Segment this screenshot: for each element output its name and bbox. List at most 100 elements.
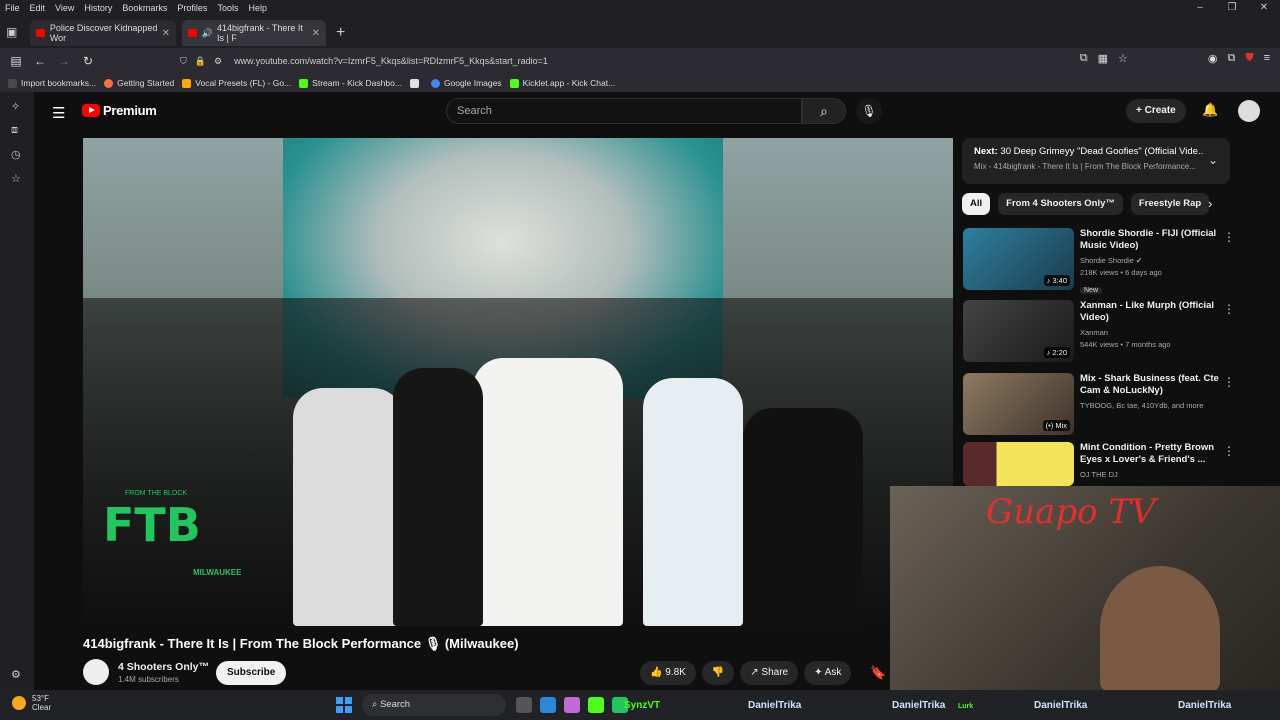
- performer-figure: [473, 358, 623, 626]
- maximize-button[interactable]: ❐: [1216, 0, 1248, 16]
- menu-edit[interactable]: Edit: [25, 3, 51, 13]
- search-button[interactable]: ⌕: [802, 98, 846, 124]
- ublock-icon[interactable]: ⛊: [1245, 52, 1253, 65]
- minimize-button[interactable]: –: [1184, 0, 1216, 16]
- chat-overlay-name: DanielTrika: [748, 700, 802, 711]
- youtube-premium-logo[interactable]: Premium: [82, 103, 157, 118]
- mix-badge: (•) Mix: [1042, 420, 1070, 431]
- dislike-button[interactable]: 👎: [701, 661, 735, 685]
- recommendation-item[interactable]: ♪ 2:20 Xanman - Like Murph (Official Vid…: [963, 300, 1253, 366]
- save-bookmark-icon[interactable]: 🔖: [870, 665, 886, 681]
- chevron-right-icon[interactable]: ›: [1208, 196, 1212, 211]
- new-tab-button[interactable]: +: [336, 24, 345, 42]
- share-button[interactable]: ↗ Share: [740, 661, 799, 685]
- channel-avatar[interactable]: [83, 659, 109, 685]
- recommendation-channel: TYBOOG, Bc tae, 410Ydb, and more: [1080, 401, 1204, 410]
- chat-overlay-name: DanielTrika: [892, 700, 946, 711]
- subscribe-button[interactable]: Subscribe: [216, 661, 287, 685]
- chip-all[interactable]: All: [962, 193, 991, 215]
- kick-app-icon[interactable]: [588, 697, 604, 713]
- sidebar-settings-icon[interactable]: ⚙: [11, 668, 21, 681]
- reader-view-icon[interactable]: ▦: [1098, 52, 1108, 65]
- reload-button[interactable]: ↻: [76, 54, 100, 68]
- up-next-card[interactable]: Next: 30 Deep Grimeyy "Dead Goofies" (Of…: [962, 138, 1230, 184]
- bookmark-star-icon[interactable]: ☆: [1118, 52, 1128, 65]
- back-button[interactable]: ←: [28, 54, 52, 68]
- chevron-down-icon[interactable]: ⌄: [1208, 153, 1218, 167]
- menu-view[interactable]: View: [50, 3, 79, 13]
- close-window-button[interactable]: ✕: [1248, 0, 1280, 16]
- url-bar[interactable]: ⛉ 🔒 ⚙ www.youtube.com/watch?v=IzmrF5_Kkq…: [180, 51, 1100, 71]
- menu-profiles[interactable]: Profiles: [172, 3, 212, 13]
- ai-sparkle-icon[interactable]: ✧: [11, 100, 20, 113]
- search-input[interactable]: Search: [446, 98, 802, 124]
- video-thumbnail[interactable]: ♪ 2:20: [963, 300, 1074, 362]
- s-logo-icon: [409, 78, 419, 88]
- menu-tools[interactable]: Tools: [212, 3, 243, 13]
- menu-file[interactable]: File: [0, 3, 25, 13]
- google-icon: [430, 78, 440, 88]
- channel-name[interactable]: 4 Shooters Only™: [118, 661, 209, 673]
- tab-overview-icon[interactable]: ▣: [6, 25, 17, 39]
- extensions-icon[interactable]: ⧉: [1227, 52, 1235, 65]
- copilot-icon[interactable]: [564, 697, 580, 713]
- voice-search-button[interactable]: 🎙: [856, 98, 882, 124]
- history-clock-icon[interactable]: ◷: [11, 148, 21, 161]
- ask-button[interactable]: ✦ Ask: [804, 661, 852, 685]
- menu-history[interactable]: History: [79, 3, 117, 13]
- taskbar-search[interactable]: ⌕ Search: [362, 694, 506, 716]
- close-tab-icon[interactable]: ✕: [162, 28, 170, 39]
- hamburger-menu-icon[interactable]: ☰: [52, 104, 65, 122]
- lock-icon[interactable]: 🔒: [195, 56, 206, 67]
- bookmark-google-images[interactable]: Google Images: [430, 78, 502, 88]
- chip-from-4-shooters[interactable]: From 4 Shooters Only™: [998, 193, 1123, 215]
- task-view-icon[interactable]: [516, 697, 532, 713]
- url-text[interactable]: www.youtube.com/watch?v=IzmrF5_Kkqs&list…: [234, 56, 548, 66]
- menu-bookmarks[interactable]: Bookmarks: [117, 3, 172, 13]
- video-thumbnail[interactable]: ♪ 3:40: [963, 228, 1074, 290]
- bookmark-s[interactable]: [409, 78, 423, 88]
- recommendation-title: Shordie Shordie - FIJI (Official Music V…: [1080, 228, 1217, 251]
- close-tab-icon[interactable]: ✕: [312, 28, 320, 39]
- video-player[interactable]: FROM THE BLOCK FTB MILWAUKEE: [83, 138, 953, 626]
- next-title: 30 Deep Grimeyy "Dead Goofies" (Official…: [1000, 146, 1204, 157]
- tab-police-video[interactable]: Police Discover Kidnapped Wor ✕: [30, 20, 176, 46]
- bookmark-vocal-presets[interactable]: Vocal Presets (FL) - Go...: [182, 78, 291, 88]
- more-options-icon[interactable]: ⋮: [1223, 230, 1235, 244]
- bookmark-kicklet[interactable]: Kicklet.app - Kick Chat...: [509, 78, 615, 88]
- create-button[interactable]: + Create: [1126, 99, 1186, 123]
- account-icon[interactable]: ◉: [1208, 52, 1218, 65]
- app-menu-icon[interactable]: ≡: [1264, 52, 1270, 65]
- video-thumbnail[interactable]: (•) Mix: [963, 373, 1074, 435]
- forward-button[interactable]: →: [52, 54, 76, 68]
- more-options-icon[interactable]: ⋮: [1223, 444, 1235, 458]
- picture-in-picture-icon[interactable]: ⧉: [1080, 52, 1088, 65]
- browser-sidebar: ✧ ⧈ ◷ ☆ ⚙: [0, 92, 34, 690]
- widgets-icon[interactable]: [540, 697, 556, 713]
- like-button[interactable]: 👍 9.8K: [640, 661, 696, 685]
- menu-help[interactable]: Help: [243, 3, 272, 13]
- recommendation-item[interactable]: ♪ 3:40 Shordie Shordie - FIJI (Official …: [963, 228, 1253, 294]
- permissions-icon[interactable]: ⚙: [214, 56, 222, 67]
- more-options-icon[interactable]: ⋮: [1223, 375, 1235, 389]
- chat-overlay-name: DanielTrika: [1034, 700, 1088, 711]
- tab-414bigfrank[interactable]: 🔊 414bigfrank - There It Is | F ✕: [182, 20, 326, 46]
- video-thumbnail[interactable]: [963, 442, 1074, 486]
- bookmark-import[interactable]: Import bookmarks...: [8, 78, 96, 88]
- lurk-label: Lurk: [958, 703, 974, 710]
- sidebar-toggle-icon[interactable]: ▤: [4, 54, 28, 68]
- windows-start-icon[interactable]: [336, 697, 352, 713]
- notifications-bell-icon[interactable]: 🔔: [1202, 102, 1218, 118]
- shield-icon[interactable]: ⛉: [180, 56, 187, 67]
- bookmark-getting-started[interactable]: Getting Started: [104, 78, 174, 88]
- tab-title: 414bigfrank - There It Is | F: [216, 23, 303, 43]
- chip-freestyle-rap[interactable]: Freestyle Rap: [1130, 193, 1210, 215]
- synced-tabs-icon[interactable]: ⧈: [11, 124, 18, 137]
- crowd-figure: [743, 408, 863, 626]
- avatar[interactable]: [1238, 100, 1260, 122]
- recommendation-item[interactable]: (•) Mix Mix - Shark Business (feat. Cte …: [963, 373, 1253, 439]
- bookmark-kick-dashboard[interactable]: Stream - Kick Dashbo...: [299, 78, 402, 88]
- more-options-icon[interactable]: ⋮: [1223, 302, 1235, 316]
- weather-widget[interactable]: 53°F Clear: [12, 694, 51, 712]
- bookmarks-star-icon[interactable]: ☆: [11, 172, 21, 185]
